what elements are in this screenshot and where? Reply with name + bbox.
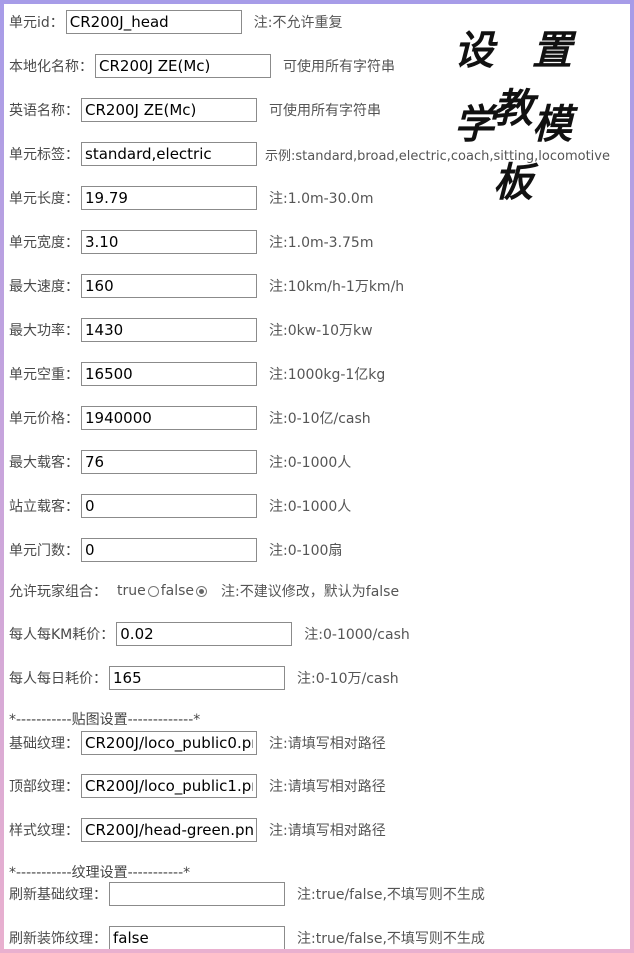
unit-width-note: 注:1.0m-3.75m xyxy=(269,235,374,251)
row-unit-price: 单元价格： 注:0-10亿/cash xyxy=(9,405,371,431)
refresh-decor-input[interactable] xyxy=(109,926,285,949)
allow-combo-label: 允许玩家组合： xyxy=(9,584,107,600)
max-speed-input[interactable] xyxy=(81,274,257,298)
top-texture-label: 顶部纹理： xyxy=(9,779,79,795)
row-allow-combo: 允许玩家组合： true false 注:不建议修改，默认为false xyxy=(9,578,399,604)
door-count-note: 注:0-100扇 xyxy=(269,543,343,559)
settings-panel: 设 置 教 学 模 板 单元id： 注:不允许重复 本地化名称： 可使用所有字符… xyxy=(4,4,630,949)
row-top-texture: 顶部纹理： 注:请填写相对路径 xyxy=(9,773,386,799)
allow-combo-note: 注:不建议修改，默认为false xyxy=(221,584,400,600)
row-max-speed: 最大速度： 注:10km/h-1万km/h xyxy=(9,273,404,299)
refresh-base-input[interactable] xyxy=(109,882,285,906)
style-texture-note: 注:请填写相对路径 xyxy=(269,823,386,839)
base-texture-note: 注:请填写相对路径 xyxy=(269,736,386,752)
base-texture-input[interactable] xyxy=(81,731,257,755)
radio-false[interactable] xyxy=(196,585,208,597)
max-speed-note: 注:10km/h-1万km/h xyxy=(269,279,405,295)
unit-price-label: 单元价格： xyxy=(9,411,79,427)
standing-passengers-note: 注:0-1000人 xyxy=(269,499,352,515)
row-base-texture: 基础纹理： 注:请填写相对路径 xyxy=(9,730,386,756)
unit-length-input[interactable] xyxy=(81,186,257,210)
row-refresh-base: 刷新基础纹理： 注:true/false,不填写则不生成 xyxy=(9,881,485,907)
option-true-label: true xyxy=(117,583,146,599)
refresh-decor-note: 注:true/false,不填写则不生成 xyxy=(297,931,485,947)
row-max-passengers: 最大载客： 注:0-1000人 xyxy=(9,449,351,475)
door-count-input[interactable] xyxy=(81,538,257,562)
option-false-label: false xyxy=(160,583,195,599)
empty-weight-label: 单元空重： xyxy=(9,367,79,383)
unit-id-input[interactable] xyxy=(65,10,242,34)
row-door-count: 单元门数： 注:0-100扇 xyxy=(9,537,342,563)
base-texture-label: 基础纹理： xyxy=(9,736,79,752)
unit-length-note: 注:1.0m-30.0m xyxy=(269,191,374,207)
radio-true[interactable] xyxy=(147,585,159,597)
unit-price-input[interactable] xyxy=(81,406,257,430)
row-english-name: 英语名称： 可使用所有字符串 xyxy=(9,97,381,123)
row-style-texture: 样式纹理： 注:请填写相对路径 xyxy=(9,817,386,843)
row-unit-length: 单元长度： 注:1.0m-30.0m xyxy=(9,185,373,211)
row-unit-tags: 单元标签： 示例:standard,broad,electric,coach,s… xyxy=(9,141,610,167)
cost-per-km-label: 每人每KM耗价： xyxy=(9,627,115,643)
unit-id-note: 注:不允许重复 xyxy=(253,15,343,31)
style-texture-label: 样式纹理： xyxy=(9,823,79,839)
cost-per-day-input[interactable] xyxy=(109,666,285,690)
standing-passengers-label: 站立载客： xyxy=(9,499,79,515)
empty-weight-input[interactable] xyxy=(81,362,257,386)
texture-section-header: *-----------贴图设置-------------* xyxy=(9,712,201,728)
style-texture-input[interactable] xyxy=(81,818,257,842)
refresh-decor-label: 刷新装饰纹理： xyxy=(9,931,107,947)
english-name-note: 可使用所有字符串 xyxy=(269,103,381,119)
unit-price-note: 注:0-10亿/cash xyxy=(269,411,371,427)
top-texture-input[interactable] xyxy=(81,774,257,798)
unit-width-label: 单元宽度： xyxy=(9,235,79,251)
allow-combo-options: true false xyxy=(117,583,209,599)
row-refresh-decor: 刷新装饰纹理： 注:true/false,不填写则不生成 xyxy=(9,925,485,949)
cost-per-km-input[interactable] xyxy=(116,622,293,646)
max-speed-label: 最大速度： xyxy=(9,279,79,295)
row-local-name: 本地化名称： 可使用所有字符串 xyxy=(9,53,395,79)
unit-tags-note: 示例:standard,broad,electric,coach,sitting… xyxy=(265,148,610,164)
max-passengers-note: 注:0-1000人 xyxy=(269,455,352,471)
english-name-input[interactable] xyxy=(81,98,257,122)
row-cost-per-day: 每人每日耗价： 注:0-10万/cash xyxy=(9,665,399,691)
unit-tags-label: 单元标签： xyxy=(9,147,79,163)
standing-passengers-input[interactable] xyxy=(81,494,257,518)
max-power-note: 注:0kw-10万kw xyxy=(269,323,373,339)
refresh-section-header: *-----------纹理设置-----------* xyxy=(9,865,191,881)
row-unit-id: 单元id： 注:不允许重复 xyxy=(9,9,343,35)
max-power-input[interactable] xyxy=(81,318,257,342)
cost-per-day-label: 每人每日耗价： xyxy=(9,671,107,687)
unit-width-input[interactable] xyxy=(81,230,257,254)
local-name-input[interactable] xyxy=(95,54,271,78)
max-passengers-input[interactable] xyxy=(81,450,257,474)
row-empty-weight: 单元空重： 注:1000kg-1亿kg xyxy=(9,361,385,387)
door-count-label: 单元门数： xyxy=(9,543,79,559)
max-power-label: 最大功率： xyxy=(9,323,79,339)
max-passengers-label: 最大载客： xyxy=(9,455,79,471)
cost-per-day-note: 注:0-10万/cash xyxy=(297,671,399,687)
row-unit-width: 单元宽度： 注:1.0m-3.75m xyxy=(9,229,373,255)
row-standing-passengers: 站立载客： 注:0-1000人 xyxy=(9,493,351,519)
empty-weight-note: 注:1000kg-1亿kg xyxy=(269,367,386,383)
local-name-label: 本地化名称： xyxy=(9,59,93,75)
top-texture-note: 注:请填写相对路径 xyxy=(269,779,386,795)
english-name-label: 英语名称： xyxy=(9,103,79,119)
unit-id-label: 单元id： xyxy=(9,15,64,31)
refresh-base-note: 注:true/false,不填写则不生成 xyxy=(297,887,485,903)
unit-tags-input[interactable] xyxy=(81,142,257,166)
local-name-note: 可使用所有字符串 xyxy=(283,59,395,75)
row-cost-per-km: 每人每KM耗价： 注:0-1000/cash xyxy=(9,621,410,647)
unit-length-label: 单元长度： xyxy=(9,191,79,207)
refresh-base-label: 刷新基础纹理： xyxy=(9,887,107,903)
cost-per-km-note: 注:0-1000/cash xyxy=(304,627,410,643)
row-max-power: 最大功率： 注:0kw-10万kw xyxy=(9,317,373,343)
